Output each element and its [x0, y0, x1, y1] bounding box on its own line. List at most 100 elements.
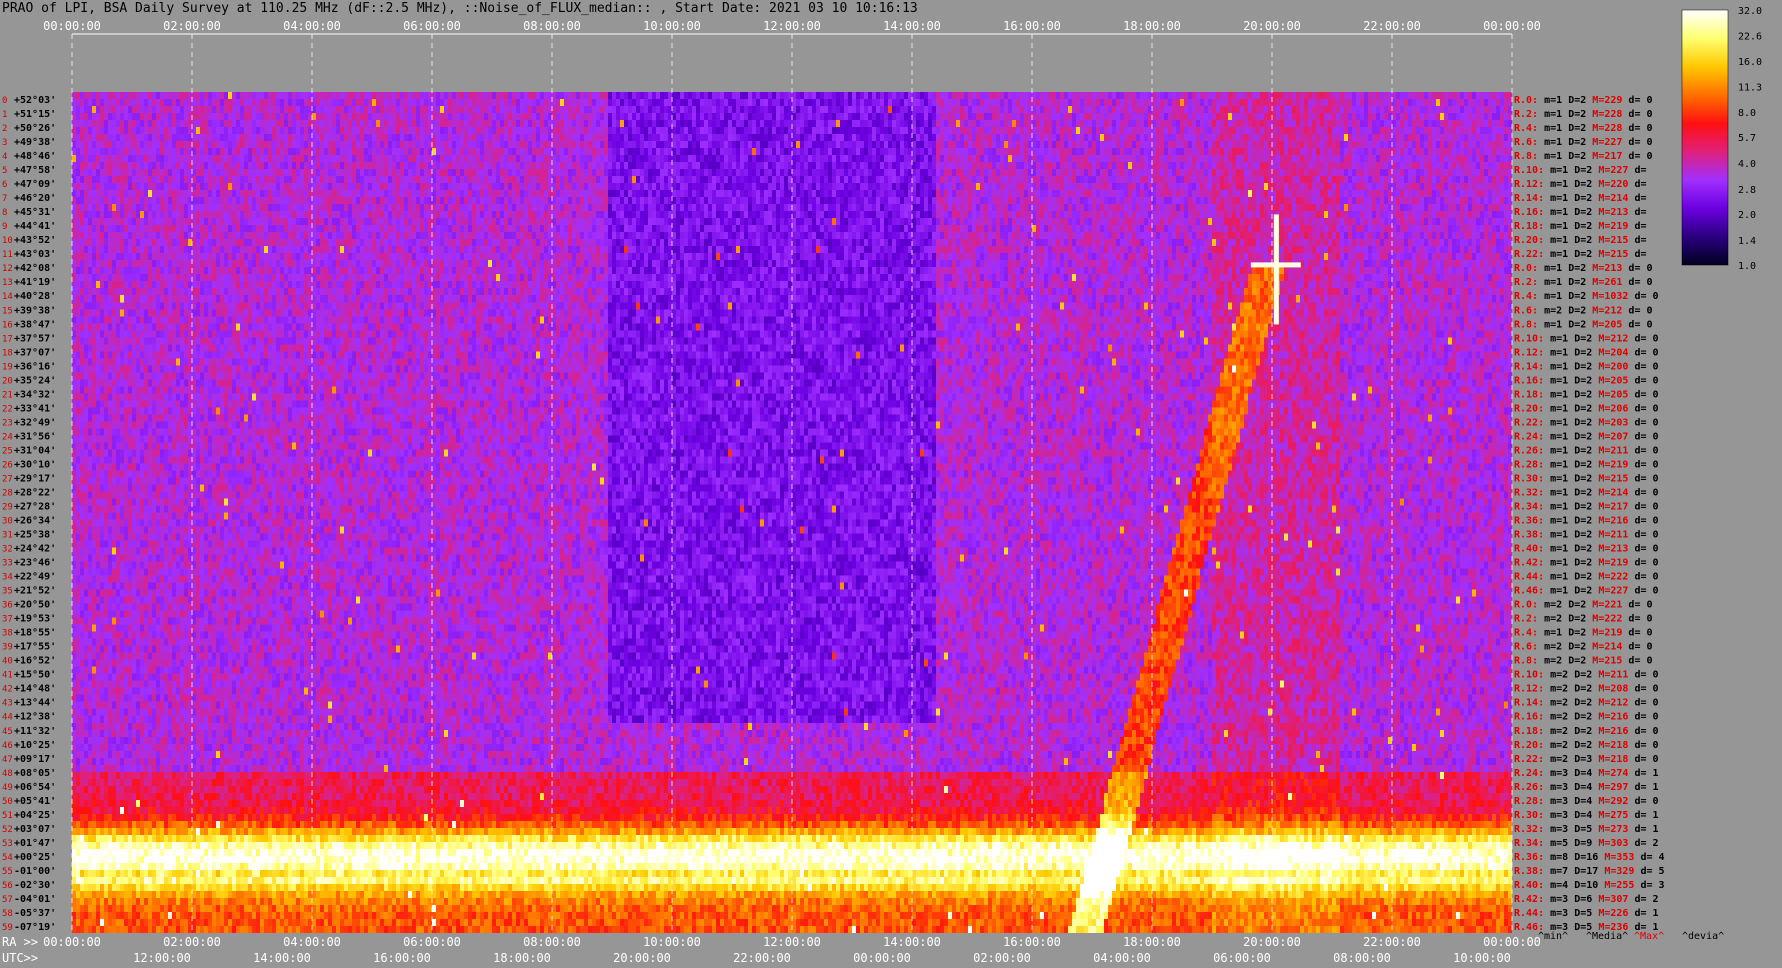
dec-label: +20°50' [14, 600, 56, 611]
dec-label: +46°20' [14, 193, 56, 204]
dec-label: +23°46' [14, 558, 56, 569]
row-stat: R.32: m=3 D=5 M=273 d= 1 [1514, 824, 1659, 835]
row-stat: R.38: m=7 D=17 M=329 d= 5 [1514, 866, 1665, 877]
row-stat: R.26: m=1 D=2 M=211 d= 0 [1514, 445, 1659, 456]
dec-index: 13 [2, 278, 13, 288]
row-stat: R.28: m=1 D=2 M=219 d= 0 [1514, 459, 1659, 470]
dec-index: 54 [2, 853, 13, 863]
row-stat: R.18: m=2 D=2 M=216 d= 0 [1514, 726, 1659, 737]
row-stat: R.42: m=1 D=2 M=219 d= 0 [1514, 558, 1659, 569]
row-stat: R.0: m=1 D=2 M=213 d= 0 [1514, 263, 1653, 274]
row-stat: R.28: m=3 D=4 M=292 d= 0 [1514, 796, 1659, 807]
dec-label: +29°17' [14, 473, 56, 484]
dec-label: +42°08' [14, 263, 56, 274]
dec-index: 11 [2, 250, 13, 260]
dec-index: 35 [2, 587, 13, 597]
colorbar [1681, 9, 1729, 266]
dec-index: 59 [2, 923, 13, 933]
dec-label: +10°25' [14, 740, 56, 751]
ra-tick-label: 02:00:00 [163, 935, 221, 949]
utc-tick-label: 12:00:00 [133, 951, 191, 965]
dec-label: +12°38' [14, 712, 56, 723]
dec-label: +16°52' [14, 656, 56, 667]
dec-index: 44 [2, 713, 13, 723]
row-stat: R.4: m=1 D=2 M=219 d= 0 [1514, 628, 1653, 639]
row-stat: R.8: m=1 D=2 M=217 d= 0 [1514, 151, 1653, 162]
dec-index: 14 [2, 292, 13, 302]
dec-index: 38 [2, 629, 13, 639]
row-stat: R.2: m=1 D=2 M=228 d= 0 [1514, 109, 1653, 120]
dec-label: +18°55' [14, 628, 56, 639]
row-stat: R.4: m=1 D=2 M=228 d= 0 [1514, 123, 1653, 134]
dec-label: -05°37' [14, 908, 56, 919]
row-stat: R.36: m=1 D=2 M=216 d= 0 [1514, 516, 1659, 527]
dec-label: +33°41' [14, 403, 56, 414]
dec-label: +19°53' [14, 614, 56, 625]
ra-tick-label: 00:00:00 [43, 935, 101, 949]
row-stat: R.18: m=1 D=2 M=205 d= 0 [1514, 389, 1659, 400]
dec-label: +38°47' [14, 319, 56, 330]
row-stat: R.20: m=2 D=2 M=218 d= 0 [1514, 740, 1659, 751]
dec-index: 4 [2, 152, 7, 162]
dec-index: 19 [2, 362, 13, 372]
row-stat: R.10: m=2 D=2 M=211 d= 0 [1514, 670, 1659, 681]
dec-index: 51 [2, 811, 13, 821]
dec-index: 18 [2, 348, 13, 358]
dec-label: +06°54' [14, 782, 56, 793]
dec-index: 48 [2, 769, 13, 779]
row-stat: R.36: m=8 D=16 M=353 d= 4 [1514, 852, 1665, 863]
ra-tick-label: 18:00:00 [1123, 935, 1181, 949]
colorbar-tick-label: 22.6 [1738, 32, 1762, 43]
ra-tick-label: 08:00:00 [523, 935, 581, 949]
heatmap-chart: 00:00:00 02:00:00 04:00:00 06:00:00 08:00:00… [2, 6, 1762, 965]
dec-label: +31°04' [14, 445, 56, 456]
row-stat: R.40: m=1 D=2 M=213 d= 0 [1514, 544, 1659, 555]
dec-index: 50 [2, 797, 13, 807]
dec-label: +03°07' [14, 824, 56, 835]
dec-index: 25 [2, 446, 13, 456]
utc-tick-label: 04:00:00 [1093, 951, 1151, 965]
dec-label: +01°47' [14, 838, 56, 849]
utc-tick-label: 22:00:00 [733, 951, 791, 965]
ra-tick-label: 16:00:00 [1003, 935, 1061, 949]
dec-label: +49°38' [14, 137, 56, 148]
colorbar-tick-label: 16.0 [1738, 57, 1762, 68]
row-stat: R.20: m=1 D=2 M=215 d= [1514, 235, 1646, 246]
dec-index: 43 [2, 699, 13, 709]
dec-label: +51°15' [14, 109, 56, 120]
row-stat: R.12: m=2 D=2 M=208 d= 0 [1514, 684, 1659, 695]
dec-label: +15°50' [14, 670, 56, 681]
dec-label: -04°01' [14, 894, 56, 905]
row-stat: R.4: m=1 D=2 M=1032 d= 0 [1514, 291, 1659, 302]
utc-tick-label: 02:00:00 [973, 951, 1031, 965]
dec-index: 9 [2, 222, 7, 232]
utc-tick-label: 14:00:00 [253, 951, 311, 965]
stat-footer-label: ^Media^ [1586, 931, 1628, 942]
dec-label: +14°48' [14, 684, 56, 695]
dec-label: +45°31' [14, 207, 56, 218]
dec-index: 2 [2, 124, 7, 134]
dec-index: 33 [2, 559, 13, 569]
ra-axis-label: RA >> [2, 935, 38, 949]
dec-index: 41 [2, 671, 13, 681]
dec-index: 5 [2, 166, 7, 176]
dec-index: 58 [2, 909, 13, 919]
dec-label: +22°49' [14, 572, 56, 583]
dec-label: +25°38' [14, 530, 56, 541]
dec-index: 22 [2, 404, 13, 414]
top-tick-label: 04:00:00 [283, 19, 341, 33]
dec-label: +37°57' [14, 333, 56, 344]
dec-index: 32 [2, 545, 13, 555]
dec-index: 29 [2, 502, 13, 512]
row-stat: R.2: m=1 D=2 M=261 d= 0 [1514, 277, 1653, 288]
dec-label: +47°09' [14, 179, 56, 190]
dec-index: 56 [2, 881, 13, 891]
dec-label: +39°38' [14, 305, 56, 316]
dec-label: +13°44' [14, 698, 56, 709]
row-stat: R.30: m=1 D=2 M=215 d= 0 [1514, 473, 1659, 484]
dec-index: 8 [2, 208, 7, 218]
row-stat: R.16: m=1 D=2 M=205 d= 0 [1514, 375, 1659, 386]
dec-label: +37°07' [14, 347, 56, 358]
row-stat: R.0: m=2 D=2 M=221 d= 0 [1514, 600, 1653, 611]
row-stat: R.34: m=5 D=9 M=303 d= 2 [1514, 838, 1659, 849]
